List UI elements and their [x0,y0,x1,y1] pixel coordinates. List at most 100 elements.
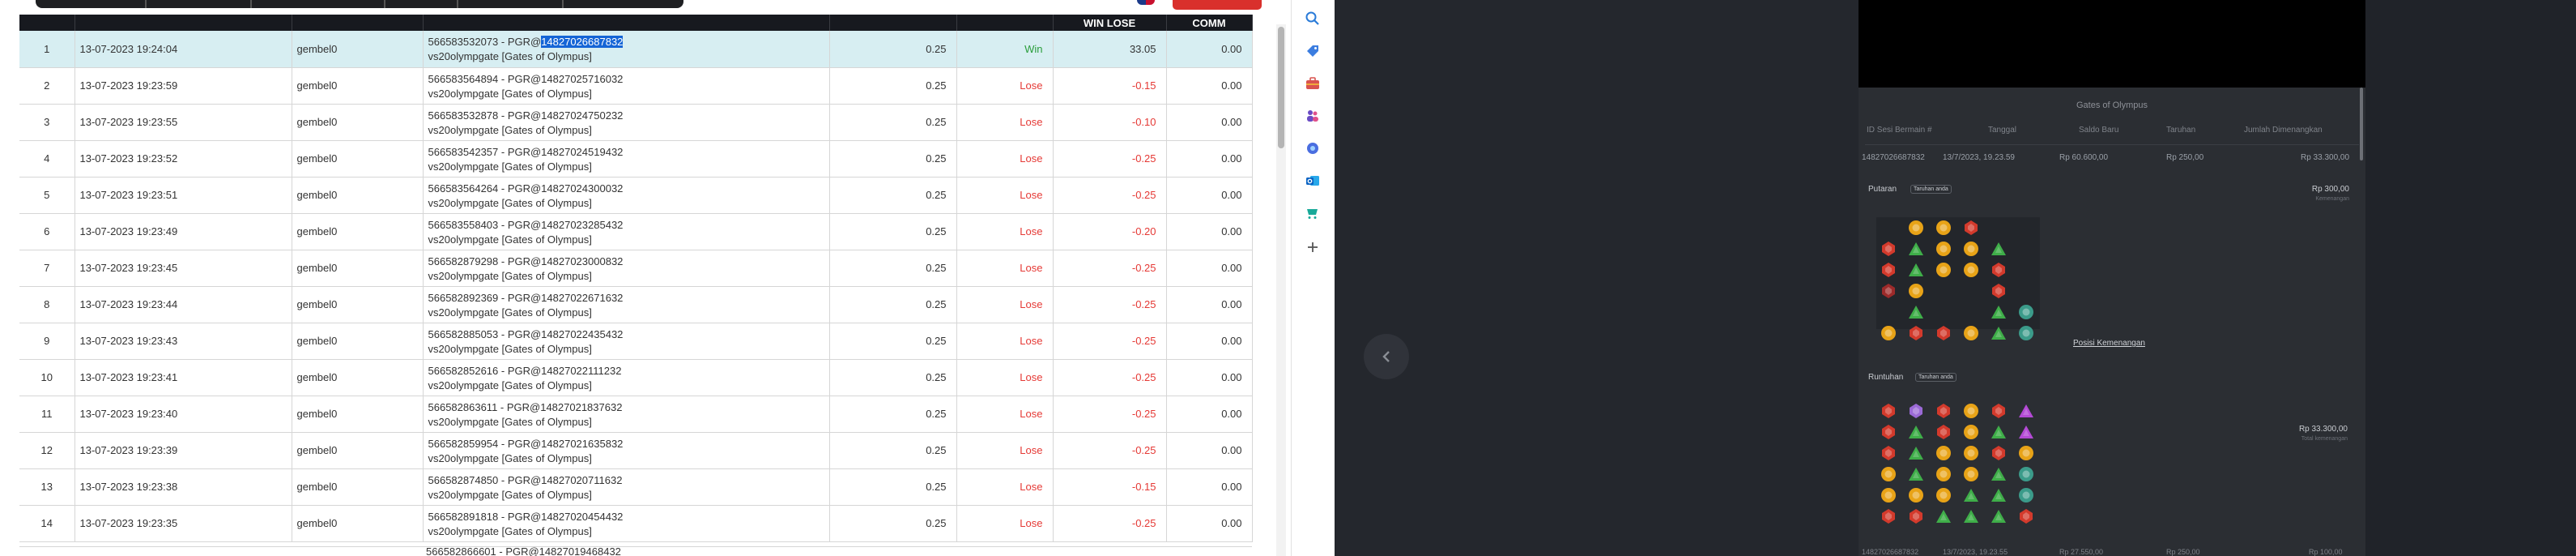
bet-status: Lose [956,505,1054,542]
col-header-bet[interactable] [829,15,957,31]
putaran-label: Putaran [1868,185,1897,194]
col-header-win-lose[interactable]: WIN LOSE [1053,15,1167,31]
modal-col-session: ID Sesi Bermain # [1867,126,1932,135]
bet-status: Lose [956,468,1054,506]
game-name: vs20olympgate [Gates of Olympus] [428,488,592,501]
runtuhan-label: Runtuhan [1868,373,1904,382]
commission: 0.00 [1166,505,1253,542]
top-filter-bar[interactable] [36,0,683,8]
table-row[interactable]: 4 13-07-2023 19:23:52 gembel0 566583542357 … [19,140,1253,177]
shopping-icon[interactable] [1302,203,1323,224]
table-row[interactable]: 9 13-07-2023 19:23:43 gembel0 566582885053 … [19,323,1253,360]
table-row[interactable]: 7 13-07-2023 19:23:45 gembel0 566582879298 … [19,250,1253,287]
col-header-user[interactable] [292,15,424,31]
win-lose-amount: 33.05 [1053,31,1167,68]
slot-symbol-icon [1935,465,1952,483]
slot-symbol-icon [1990,465,2008,483]
bet-reference: 566582892369 - PGR@14827022671632 vs20oly… [423,286,830,323]
red-action-button[interactable] [1173,0,1262,10]
table-row[interactable]: 1 13-07-2023 19:24:04 gembel0 566583532073 … [19,31,1253,68]
bet-amount: 0.25 [829,250,957,287]
table-row[interactable]: 2 13-07-2023 19:23:59 gembel0 566583564894 … [19,67,1253,105]
modal-next-row[interactable]: 14827026687832 13/7/2023, 19.23.55 Rp 27… [1859,548,2365,556]
briefcase-icon[interactable] [1302,73,1323,94]
slot-symbol-icon [1907,324,1925,342]
flag-icon[interactable] [1137,0,1155,5]
spin-result-grid [1876,217,2040,340]
search-icon[interactable] [1302,8,1323,29]
table-row[interactable]: 6 13-07-2023 19:23:49 gembel0 566583558403 … [19,213,1253,250]
slot-symbol-icon [1962,402,1980,420]
col-header-status[interactable] [956,15,1054,31]
tag-icon[interactable] [1302,41,1323,62]
table-row[interactable]: 12 13-07-2023 19:23:39 gembel0 566582859954… [19,432,1253,469]
commission: 0.00 [1166,104,1253,141]
bet-amount: 0.25 [829,468,957,506]
win-lose-amount: -0.15 [1053,468,1167,506]
table-row[interactable]: 10 13-07-2023 19:23:41 gembel0 566582852616… [19,359,1253,396]
col-header-time[interactable] [75,15,292,31]
bet-time: 13-07-2023 19:23:41 [75,359,292,396]
bet-reference: 566583542357 - PGR@14827024519432 vs20oly… [423,140,830,177]
slot-symbol-icon [1990,507,2008,525]
commission: 0.00 [1166,323,1253,360]
slot-symbol-icon [1990,486,2008,504]
table-row[interactable]: 13 13-07-2023 19:23:38 gembel0 566582874850… [19,468,1253,506]
col-header-no[interactable] [19,15,75,31]
slot-symbol-icon [1935,486,1952,504]
bet-reference: 566583564264 - PGR@14827024300032 vs20oly… [423,177,830,214]
slot-symbol-icon [2017,486,2035,504]
winning-position-link[interactable]: Posisi Kemenangan [2073,339,2145,348]
putaran-tag: Taruhan anda [1910,185,1952,194]
table-row[interactable]: 11 13-07-2023 19:23:40 gembel0 566582863611… [19,396,1253,433]
persons-icon[interactable] [1302,105,1323,126]
game-name: vs20olympgate [Gates of Olympus] [428,196,592,209]
slot-symbol-icon [2017,402,2035,420]
ref-id: 566583532878 - PGR@14827024750232 [428,109,624,122]
row-number: 9 [19,323,75,360]
slot-symbol-icon [1935,240,1952,258]
next-row-bet: Rp 250,00 [2166,548,2200,556]
slot-symbol-icon [1907,402,1925,420]
bet-time: 13-07-2023 19:23:44 [75,286,292,323]
row-number: 12 [19,432,75,469]
bet-status: Lose [956,432,1054,469]
ref-id: 566583542357 - PGR@14827024519432 [428,145,624,158]
bet-time: 13-07-2023 19:23:38 [75,468,292,506]
table-scroll-thumb[interactable] [1278,27,1284,148]
table-row[interactable]: 8 13-07-2023 19:23:44 gembel0 566582892369 … [19,286,1253,323]
ref-line: 566582859954 - PGR@14827021635832 [428,437,824,451]
slot-symbol-icon [1962,423,1980,441]
slot-symbol-icon [1907,261,1925,279]
slot-symbol-icon [1962,261,1980,279]
slot-symbol-icon [1935,423,1952,441]
commission: 0.00 [1166,140,1253,177]
chevron-left-icon[interactable] [1364,334,1409,379]
game-name: vs20olympgate [Gates of Olympus] [428,379,592,391]
table-row[interactable]: 3 13-07-2023 19:23:55 gembel0 566583532878 … [19,104,1253,141]
modal-scrollbar[interactable] [2360,88,2363,160]
col-header-ref[interactable] [423,15,830,31]
table-row[interactable]: 5 13-07-2023 19:23:51 gembel0 566583564264 … [19,177,1253,214]
bet-amount: 0.25 [829,213,957,250]
slot-symbol-icon [1935,402,1952,420]
table-row[interactable]: 14 13-07-2023 19:23:35 gembel0 566582891818… [19,505,1253,542]
commission: 0.00 [1166,177,1253,214]
plus-icon[interactable] [1302,237,1323,258]
ref-id: 566583558403 - PGR@14827023285432 [428,218,624,231]
copilot-icon[interactable] [1302,138,1323,159]
col-header-comm[interactable]: COMM [1166,15,1253,31]
outlook-icon[interactable] [1302,170,1323,191]
slot-symbol-icon [1907,423,1925,441]
bet-time: 13-07-2023 19:23:59 [75,67,292,105]
modal-row-session[interactable]: 14827026687832 [1862,153,1925,162]
modal-row-date: 13/7/2023, 19.23.59 [1943,153,2015,162]
bet-amount: 0.25 [829,31,957,68]
win-lose-amount: -0.25 [1053,286,1167,323]
runtuhan-tag: Taruhan anda [1915,373,1956,382]
ref-id: 566582879298 - PGR@14827023000832 [428,254,624,267]
bet-amount: 0.25 [829,505,957,542]
modal-row-win: Rp 33.300,00 [2301,153,2350,162]
slot-symbol-icon [2017,324,2035,342]
bet-time: 13-07-2023 19:24:04 [75,31,292,68]
